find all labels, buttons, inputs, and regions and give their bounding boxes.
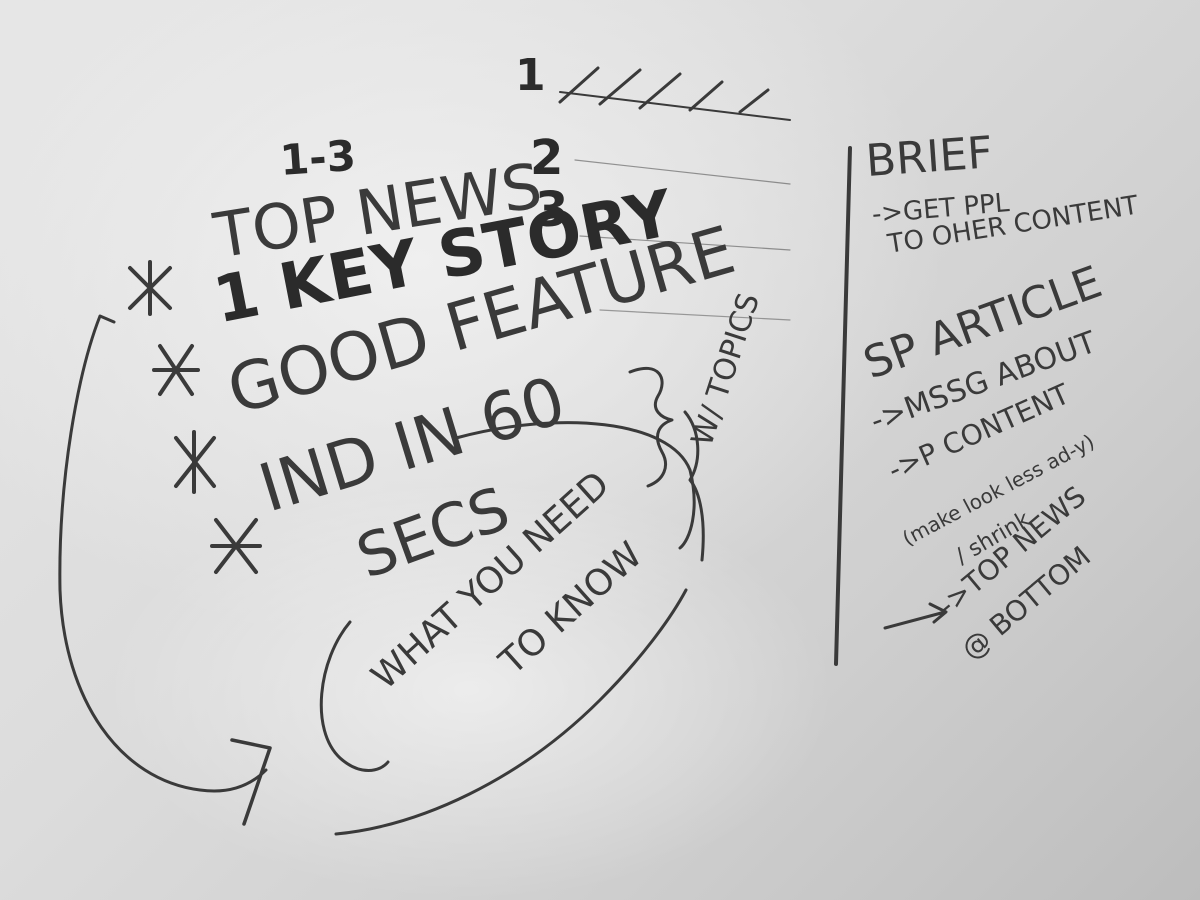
know-oval [319, 620, 390, 772]
row-2-line [574, 159, 791, 185]
know-oval-bottom [334, 588, 688, 836]
whiteboard: 1-3 1 2 3 TOP NEWS 1 KEY STORY GOOD FEAT… [0, 0, 1200, 900]
range-label: 1-3 [278, 130, 358, 185]
row-1-line [559, 91, 791, 121]
brief-title: BRIEF [864, 127, 995, 187]
marker-strokes [58, 66, 948, 836]
row-number-1: 1 [515, 50, 546, 101]
right-arrow [883, 602, 948, 630]
column-divider [834, 146, 852, 666]
curly-brace [628, 366, 674, 488]
